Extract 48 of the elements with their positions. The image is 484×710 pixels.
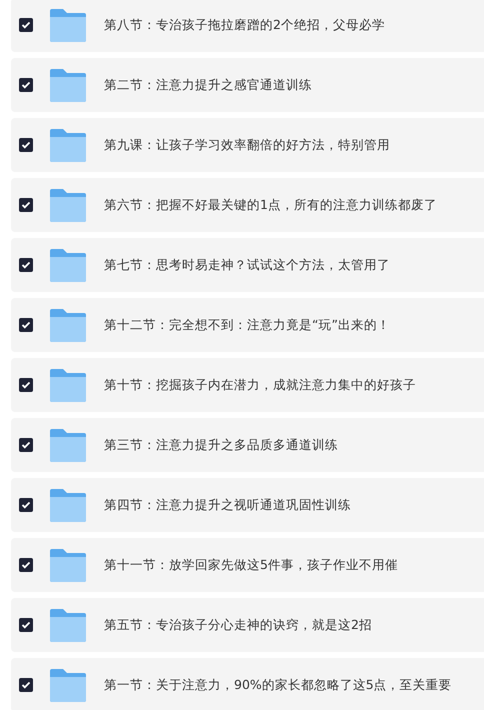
folder-icon <box>50 68 86 102</box>
checkbox[interactable] <box>19 18 33 32</box>
file-title: 第十一节：放学回家先做这5件事，孩子作业不用催 <box>104 556 398 574</box>
file-row[interactable]: 第一节：关于注意力，90%的家长都忽略了这5点，至关重要 <box>11 658 484 710</box>
file-title: 第一节：关于注意力，90%的家长都忽略了这5点，至关重要 <box>104 676 452 694</box>
file-title: 第六节：把握不好最关键的1点，所有的注意力训练都废了 <box>104 196 437 214</box>
folder-icon <box>50 308 86 342</box>
file-row[interactable]: 第八节：专治孩子拖拉磨蹭的2个绝招，父母必学 <box>11 0 484 52</box>
file-title: 第五节：专治孩子分心走神的诀窍，就是这2招 <box>104 616 372 634</box>
checkbox[interactable] <box>19 198 33 212</box>
file-row[interactable]: 第三节：注意力提升之多品质多通道训练 <box>11 418 484 472</box>
checkbox[interactable] <box>19 678 33 692</box>
file-title: 第四节：注意力提升之视听通道巩固性训练 <box>104 496 351 514</box>
file-row[interactable]: 第二节：注意力提升之感官通道训练 <box>11 58 484 112</box>
folder-icon <box>50 368 86 402</box>
checkbox[interactable] <box>19 558 33 572</box>
file-title: 第七节：思考时易走神？试试这个方法，太管用了 <box>104 256 390 274</box>
file-row[interactable]: 第十一节：放学回家先做这5件事，孩子作业不用催 <box>11 538 484 592</box>
folder-icon <box>50 8 86 42</box>
file-row[interactable]: 第五节：专治孩子分心走神的诀窍，就是这2招 <box>11 598 484 652</box>
file-title: 第十二节：完全想不到：注意力竟是“玩”出来的！ <box>104 316 390 334</box>
checkbox[interactable] <box>19 258 33 272</box>
file-row[interactable]: 第九课：让孩子学习效率翻倍的好方法，特别管用 <box>11 118 484 172</box>
file-title: 第十节：挖掘孩子内在潜力，成就注意力集中的好孩子 <box>104 376 416 394</box>
file-row[interactable]: 第十二节：完全想不到：注意力竟是“玩”出来的！ <box>11 298 484 352</box>
checkbox[interactable] <box>19 138 33 152</box>
file-title: 第八节：专治孩子拖拉磨蹭的2个绝招，父母必学 <box>104 16 385 34</box>
folder-icon <box>50 548 86 582</box>
file-row[interactable]: 第十节：挖掘孩子内在潜力，成就注意力集中的好孩子 <box>11 358 484 412</box>
file-row[interactable]: 第四节：注意力提升之视听通道巩固性训练 <box>11 478 484 532</box>
folder-icon <box>50 188 86 222</box>
folder-icon <box>50 668 86 702</box>
file-title: 第九课：让孩子学习效率翻倍的好方法，特别管用 <box>104 136 390 154</box>
file-row[interactable]: 第六节：把握不好最关键的1点，所有的注意力训练都废了 <box>11 178 484 232</box>
file-title: 第二节：注意力提升之感官通道训练 <box>104 76 312 94</box>
folder-icon <box>50 608 86 642</box>
folder-icon <box>50 248 86 282</box>
checkbox[interactable] <box>19 378 33 392</box>
checkbox[interactable] <box>19 498 33 512</box>
file-title: 第三节：注意力提升之多品质多通道训练 <box>104 436 338 454</box>
folder-icon <box>50 128 86 162</box>
checkbox[interactable] <box>19 78 33 92</box>
folder-icon <box>50 488 86 522</box>
checkbox[interactable] <box>19 318 33 332</box>
checkbox[interactable] <box>19 618 33 632</box>
file-row[interactable]: 第七节：思考时易走神？试试这个方法，太管用了 <box>11 238 484 292</box>
checkbox[interactable] <box>19 438 33 452</box>
folder-icon <box>50 428 86 462</box>
